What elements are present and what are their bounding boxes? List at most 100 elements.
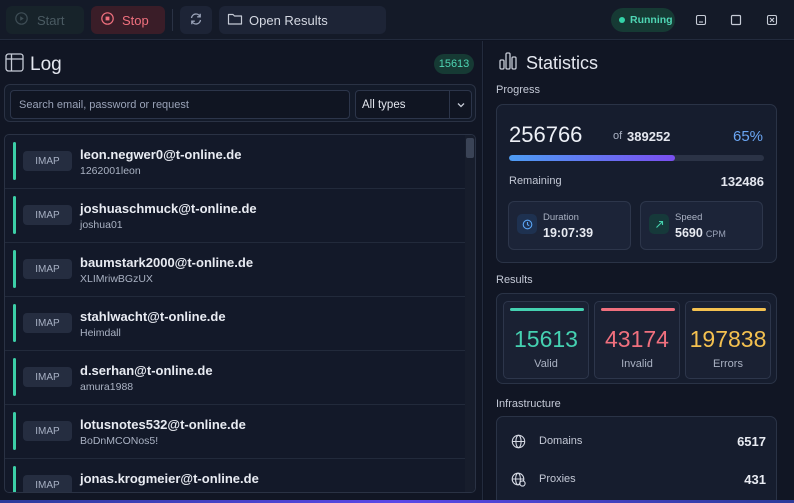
proxies-row: Proxies 431 (497, 461, 776, 499)
globe-icon (511, 434, 526, 454)
duration-card: Duration 19:07:39 (508, 201, 631, 250)
proxies-label: Proxies (539, 473, 576, 485)
progress-bar-fill (509, 155, 675, 161)
play-icon (15, 12, 28, 28)
type-filter-value: All types (362, 98, 406, 111)
start-button[interactable]: Start (6, 6, 84, 34)
proxies-value: 431 (744, 472, 766, 487)
progress-section-label: Progress (496, 84, 541, 96)
entry-password: joshua01 (80, 219, 123, 231)
minimize-icon (695, 14, 707, 26)
progress-total: 389252 (627, 129, 671, 144)
entry-email: baumstark2000@t-online.de (80, 255, 254, 270)
log-entry[interactable]: IMAP joshuaschmuck@t-online.de joshua01 (5, 189, 465, 243)
log-list: IMAP leon.negwer0@t-online.de 1262001leo… (4, 134, 476, 493)
log-scrollbar[interactable] (465, 135, 475, 492)
speed-unit: CPM (705, 229, 726, 239)
log-filter-bar: All types (4, 84, 476, 122)
log-panel: Log 15613 All types IMAP leon.negwer0@t-… (0, 41, 483, 503)
toolbar: Start Stop Open Results Running (0, 0, 794, 40)
folder-icon (227, 12, 243, 29)
speed-label: Speed (675, 212, 703, 223)
stop-icon (101, 12, 114, 28)
protocol-badge: IMAP (23, 475, 72, 492)
open-results-label: Open Results (249, 12, 328, 28)
protocol-badge: IMAP (23, 367, 72, 387)
valid-result: 15613 Valid (503, 301, 589, 379)
start-label: Start (37, 12, 65, 28)
toolbar-divider (172, 9, 173, 31)
speed-value-row: 5690 CPM (675, 226, 726, 240)
progress-bar (509, 155, 764, 161)
close-icon (766, 14, 778, 26)
status-accent (13, 412, 16, 450)
log-entry[interactable]: IMAP jonas.krogmeier@t-online.de (5, 459, 465, 492)
stop-button[interactable]: Stop (91, 6, 165, 34)
statistics-header: Statistics (498, 51, 598, 76)
maximize-icon (730, 14, 742, 26)
stop-label: Stop (122, 12, 149, 28)
entry-email: d.serhan@t-online.de (80, 363, 213, 378)
valid-accent-bar (510, 308, 584, 311)
errors-result: 197838 Errors (685, 301, 771, 379)
entry-password: amura1988 (80, 381, 134, 393)
status-text: Running (630, 14, 673, 26)
refresh-icon (189, 12, 203, 29)
results-section-label: Results (496, 274, 533, 286)
search-input[interactable] (10, 90, 350, 119)
close-button[interactable] (763, 11, 781, 29)
layout-icon (5, 53, 24, 77)
entry-password: XLIMriwBGzUX (80, 273, 153, 285)
proxy-globe-icon (511, 472, 526, 492)
domains-row: Domains 6517 (497, 423, 776, 461)
clock-icon (517, 214, 537, 234)
status-accent (13, 250, 16, 288)
speed-value: 5690 (675, 226, 703, 240)
entry-email: lotusnotes532@t-online.de (80, 417, 246, 432)
maximize-button[interactable] (727, 11, 745, 29)
entry-password: BoDnMCONos5! (80, 435, 159, 447)
infrastructure-section-label: Infrastructure (496, 398, 561, 410)
errors-label: Errors (713, 358, 743, 370)
protocol-badge: IMAP (23, 421, 72, 441)
valid-count: 15613 (514, 326, 578, 352)
log-title: Log (30, 54, 62, 75)
domains-label: Domains (539, 435, 583, 447)
status-accent (13, 142, 16, 180)
type-filter-select[interactable]: All types (355, 90, 472, 119)
log-entry[interactable]: IMAP lotusnotes532@t-online.de BoDnMCONo… (5, 405, 465, 459)
scroll-thumb[interactable] (466, 138, 474, 158)
entry-password: 1262001leon (80, 165, 141, 177)
minimize-button[interactable] (692, 11, 710, 29)
errors-accent-bar (692, 308, 766, 311)
invalid-accent-bar (601, 308, 675, 311)
log-entry[interactable]: IMAP stahlwacht@t-online.de Heimdall (5, 297, 465, 351)
status-accent (13, 466, 16, 492)
progress-percent: 65% (733, 128, 764, 145)
status-dot-icon (619, 17, 625, 23)
log-entry[interactable]: IMAP baumstark2000@t-online.de XLIMriwBG… (5, 243, 465, 297)
log-entry[interactable]: IMAP leon.negwer0@t-online.de 1262001leo… (5, 135, 465, 189)
invalid-result: 43174 Invalid (594, 301, 680, 379)
statistics-title: Statistics (526, 53, 599, 73)
status-accent (13, 196, 16, 234)
statistics-panel: Statistics Progress 256766 of 389252 65%… (484, 41, 794, 503)
duration-value: 19:07:39 (543, 226, 594, 240)
log-entry[interactable]: IMAP d.serhan@t-online.de amura1988 (5, 351, 465, 405)
domains-value: 6517 (737, 434, 766, 449)
entry-email: leon.negwer0@t-online.de (80, 147, 242, 162)
duration-label: Duration (543, 212, 579, 223)
refresh-button[interactable] (180, 6, 212, 34)
remaining-label: Remaining (509, 175, 562, 187)
entry-email: stahlwacht@t-online.de (80, 309, 226, 324)
status-badge: Running (611, 8, 675, 32)
protocol-badge: IMAP (23, 259, 72, 279)
bar-chart-icon (498, 51, 518, 76)
chevron-down-icon (449, 91, 471, 118)
entry-password: Heimdall (80, 327, 121, 339)
open-results-button[interactable]: Open Results (219, 6, 386, 34)
invalid-label: Invalid (621, 358, 653, 370)
progress-of-label: of (613, 130, 623, 142)
status-accent (13, 358, 16, 396)
status-accent (13, 304, 16, 342)
